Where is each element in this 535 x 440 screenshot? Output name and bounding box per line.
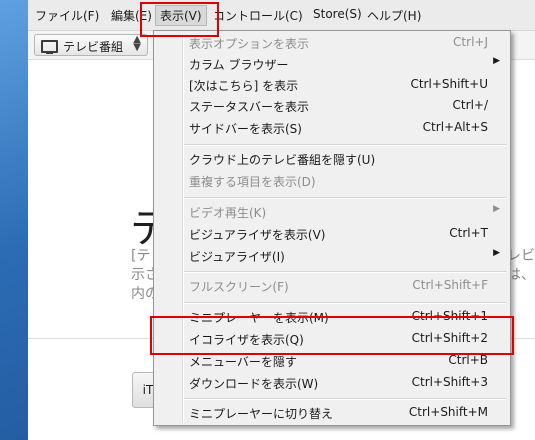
menu-item-column-browser[interactable]: カラム ブラウザー ▶	[154, 53, 510, 74]
menu-separator	[184, 302, 506, 304]
menu-item-label: ミニプレーヤーに切り替え	[189, 407, 334, 421]
highlight-box-equalizer	[150, 316, 514, 355]
menu-item-video-playback[interactable]: ビデオ再生(K) ▶	[154, 201, 510, 222]
menu-item-shortcut: Ctrl+Shift+M	[408, 405, 488, 419]
menu-store[interactable]: Store(S)	[313, 7, 362, 21]
menu-item-label: ビジュアライザを表示(V)	[189, 228, 326, 242]
menu-item-show-status-bar[interactable]: ステータスバーを表示 Ctrl+/	[154, 95, 510, 116]
menu-file[interactable]: ファイル(F)	[35, 7, 99, 24]
menu-item-label: サイドバーを表示(S)	[189, 122, 302, 136]
submenu-arrow-icon: ▶	[493, 56, 500, 66]
menu-item-shortcut: Ctrl+B	[448, 353, 488, 367]
menu-item-shortcut: Ctrl+T	[449, 226, 488, 240]
menu-item-shortcut: Ctrl+J	[453, 35, 488, 49]
menu-item-label: クラウド上のテレビ番組を隠す(U)	[189, 153, 376, 167]
menu-item-shortcut: Ctrl+/	[452, 98, 488, 112]
menu-item-label: ステータスバーを表示	[189, 100, 310, 114]
media-source-select[interactable]: テレビ番組 ▲ ▼	[34, 34, 148, 56]
menu-item-label: カラム ブラウザー	[189, 58, 289, 72]
menu-item-label: [次はこちら] を表示	[189, 79, 299, 93]
menu-item-label: 表示オプションを表示	[189, 37, 310, 51]
menu-item-label: ビジュアライザ(I)	[189, 250, 285, 264]
menu-bar: ファイル(F) 編集(E) 表示(V) コントロール(C) Store(S) ヘ…	[28, 0, 535, 31]
menu-item-shortcut: Ctrl+Alt+S	[422, 120, 488, 134]
menu-item-show-sidebar[interactable]: サイドバーを表示(S) Ctrl+Alt+S	[154, 117, 510, 138]
submenu-arrow-icon: ▶	[493, 248, 500, 258]
menu-separator	[184, 271, 506, 273]
menu-separator	[184, 398, 506, 400]
menu-item-show-visualizer[interactable]: ビジュアライザを表示(V) Ctrl+T	[154, 223, 510, 244]
view-menu-dropdown: 表示オプションを表示 Ctrl+J カラム ブラウザー ▶ [次はこちら] を表…	[153, 30, 511, 426]
menu-separator	[184, 197, 506, 199]
menu-separator	[184, 144, 506, 146]
updown-arrows-icon: ▲ ▼	[133, 34, 141, 53]
menu-item-label: 重複する項目を表示(D)	[189, 175, 316, 189]
menu-item-label: メニューバーを隠す	[189, 355, 297, 369]
menu-item-shortcut: Ctrl+Shift+U	[410, 77, 488, 91]
menu-item-fullscreen[interactable]: フルスクリーン(F) Ctrl+Shift+F	[154, 275, 510, 296]
tv-icon	[41, 40, 58, 54]
menu-item-switch-to-miniplayer[interactable]: ミニプレーヤーに切り替え Ctrl+Shift+M	[154, 402, 510, 423]
menu-item-hide-cloud-tv[interactable]: クラウド上のテレビ番組を隠す(U)	[154, 148, 510, 169]
menu-help[interactable]: ヘルプ(H)	[367, 7, 421, 24]
menu-item-shortcut: Ctrl+Shift+3	[411, 375, 488, 389]
menu-controls[interactable]: コントロール(C)	[213, 7, 303, 24]
menu-item-label: ビデオ再生(K)	[189, 206, 267, 220]
highlight-box-view-menu	[140, 2, 219, 37]
menu-item-show-up-next[interactable]: [次はこちら] を表示 Ctrl+Shift+U	[154, 74, 510, 95]
menu-item-label: ダウンロードを表示(W)	[189, 377, 319, 391]
menu-item-show-downloads[interactable]: ダウンロードを表示(W) Ctrl+Shift+3	[154, 372, 510, 393]
menu-item-label: フルスクリーン(F)	[189, 280, 289, 294]
media-source-label: テレビ番組	[63, 40, 124, 54]
submenu-arrow-icon: ▶	[493, 204, 500, 214]
menu-item-show-duplicates[interactable]: 重複する項目を表示(D)	[154, 170, 510, 191]
menu-item-shortcut: Ctrl+Shift+F	[412, 278, 488, 292]
menu-item-visualizer[interactable]: ビジュアライザ(I) ▶	[154, 245, 510, 266]
